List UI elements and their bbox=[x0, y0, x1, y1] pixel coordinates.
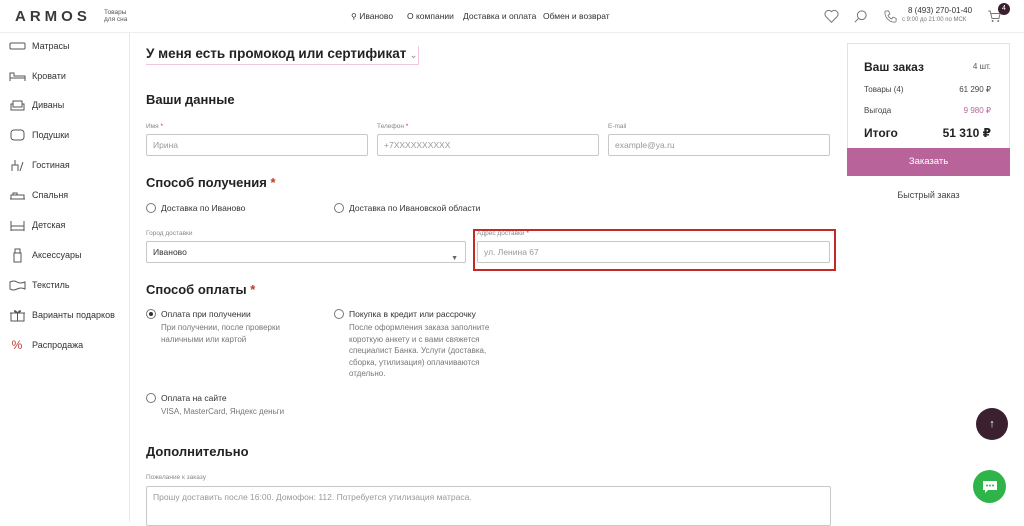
payment-online-label[interactable]: Оплата на сайте bbox=[161, 393, 227, 403]
place-order-button[interactable]: Заказать bbox=[847, 148, 1010, 176]
total-label: Итого bbox=[864, 126, 898, 140]
sidebar-item-label: Спальня bbox=[32, 190, 69, 200]
city-select[interactable]: Иваново ▼ bbox=[146, 241, 466, 263]
name-field[interactable]: Ирина bbox=[146, 134, 368, 156]
city-select-value: Иваново bbox=[153, 247, 187, 257]
sidebar-item-label: Распродажа bbox=[32, 340, 84, 350]
promo-code-toggle-label: У меня есть промокод или сертификат bbox=[146, 46, 407, 61]
benefit-label: Выгода bbox=[864, 106, 892, 115]
goods-value: 61 290 ₽ bbox=[959, 85, 991, 94]
sidebar-item-label: Кровати bbox=[32, 71, 66, 81]
order-item-count: 4 шт. bbox=[972, 62, 991, 71]
payment-on-delivery-desc: При получении, после проверки наличными … bbox=[161, 323, 280, 344]
payment-online-radio[interactable] bbox=[146, 393, 156, 403]
quick-order-link[interactable]: Быстрый заказ bbox=[847, 190, 1010, 200]
pillow-icon bbox=[8, 128, 26, 142]
textile-icon bbox=[8, 278, 26, 292]
chevron-down-icon: ▼ bbox=[451, 255, 458, 262]
goods-label: Товары (4) bbox=[864, 85, 904, 94]
chat-button[interactable] bbox=[973, 470, 1006, 503]
address-field[interactable]: ул. Ленина 67 bbox=[477, 241, 830, 263]
payment-credit-radio[interactable] bbox=[334, 309, 344, 319]
phone-label: Телефон * bbox=[377, 123, 409, 130]
bedroom-icon bbox=[8, 188, 26, 202]
heart-icon[interactable] bbox=[822, 7, 840, 25]
email-label: E-mail bbox=[608, 123, 627, 130]
phone-icon[interactable] bbox=[881, 7, 899, 25]
gift-icon bbox=[8, 308, 26, 322]
sidebar-item-label: Матрасы bbox=[32, 41, 70, 51]
chat-bubble-icon bbox=[982, 480, 997, 493]
sidebar-item-label: Варианты подарков bbox=[32, 310, 115, 320]
phone-field[interactable]: +7XXXXXXXXXX bbox=[377, 134, 599, 156]
payment-credit-desc: После оформления заказа заполните коротк… bbox=[349, 323, 490, 378]
payment-credit-label[interactable]: Покупка в кредит или рассрочку bbox=[349, 309, 476, 319]
total-value: 51 310 ₽ bbox=[942, 126, 991, 140]
category-sidebar: Матрасы Кровати Диваны Подушки Гостиная … bbox=[0, 33, 130, 522]
accessories-icon bbox=[8, 248, 26, 262]
nav-exchange-return[interactable]: Обмен и возврат bbox=[543, 11, 610, 21]
payment-method-title: Способ оплаты * bbox=[146, 282, 256, 297]
promo-code-toggle[interactable]: У меня есть промокод или сертификат ⌄ bbox=[146, 46, 420, 65]
delivery-method-title: Способ получения * bbox=[146, 175, 276, 190]
address-label: Адрес доставки * bbox=[477, 230, 529, 237]
name-label: Имя * bbox=[146, 123, 164, 130]
chevron-down-icon: ⌄ bbox=[409, 50, 418, 60]
nav-about[interactable]: О компании bbox=[407, 11, 454, 21]
sidebar-item-label: Подушки bbox=[32, 130, 70, 140]
living-room-icon bbox=[8, 158, 26, 172]
sofa-icon bbox=[8, 98, 26, 112]
sidebar-item-bedroom[interactable]: Спальня bbox=[8, 187, 68, 203]
arrow-up-icon: ↑ bbox=[989, 418, 995, 430]
site-header: ARMOS Товары для сна ⚲ Иваново О компани… bbox=[0, 0, 1024, 33]
sidebar-item-accessories[interactable]: Аксессуары bbox=[8, 247, 81, 263]
delivery-region-label[interactable]: Доставка по Ивановской области bbox=[349, 203, 480, 213]
phone-hours: с 9:00 до 21:00 по МСК bbox=[902, 17, 967, 23]
delivery-ivanovo-label[interactable]: Доставка по Иваново bbox=[161, 203, 245, 213]
sidebar-item-gifts[interactable]: Варианты подарков bbox=[8, 307, 115, 323]
sidebar-item-label: Текстиль bbox=[32, 280, 70, 290]
delivery-ivanovo-radio[interactable] bbox=[146, 203, 156, 213]
sidebar-item-label: Аксессуары bbox=[32, 250, 82, 260]
scroll-to-top-button[interactable]: ↑ bbox=[976, 408, 1008, 440]
city-selector[interactable]: ⚲ Иваново bbox=[351, 11, 393, 21]
sidebar-item-textile[interactable]: Текстиль bbox=[8, 277, 70, 293]
percent-icon: % bbox=[11, 338, 23, 352]
order-summary-title: Ваш заказ bbox=[864, 60, 924, 74]
your-data-title: Ваши данные bbox=[146, 92, 235, 107]
payment-on-delivery-radio[interactable] bbox=[146, 309, 156, 319]
mattress-icon bbox=[8, 39, 26, 53]
sidebar-item-label: Гостиная bbox=[32, 160, 70, 170]
sidebar-item-sofas[interactable]: Диваны bbox=[8, 97, 64, 113]
nav-delivery-payment[interactable]: Доставка и оплата bbox=[463, 11, 536, 21]
order-summary: Ваш заказ 4 шт. Товары (4) 61 290 ₽ Выго… bbox=[847, 43, 1010, 151]
benefit-value: 9 980 ₽ bbox=[963, 106, 991, 115]
comment-label: Пожелание к заказу bbox=[146, 474, 206, 481]
sidebar-item-beds[interactable]: Кровати bbox=[8, 68, 66, 84]
sidebar-item-label: Детская bbox=[32, 220, 66, 230]
payment-on-delivery-label[interactable]: Оплата при получении bbox=[161, 309, 251, 319]
email-field[interactable]: example@ya.ru bbox=[608, 134, 830, 156]
cart-count-badge: 4 bbox=[998, 3, 1010, 15]
payment-online-desc: VISA, MasterCard, Яндекс деньги bbox=[161, 407, 285, 416]
city-label: Город доставки bbox=[146, 230, 193, 237]
kids-room-icon bbox=[8, 218, 26, 232]
bed-icon bbox=[8, 69, 26, 83]
sidebar-item-living-room[interactable]: Гостиная bbox=[8, 157, 70, 173]
delivery-region-radio[interactable] bbox=[334, 203, 344, 213]
comment-textarea[interactable]: Прошу доставить после 16:00. Домофон: 11… bbox=[146, 486, 831, 526]
sidebar-item-kids-room[interactable]: Детская bbox=[8, 217, 65, 233]
location-pin-icon: ⚲ bbox=[351, 12, 357, 21]
sidebar-item-mattresses[interactable]: Матрасы bbox=[8, 38, 70, 54]
additional-title: Дополнительно bbox=[146, 444, 249, 459]
search-icon[interactable] bbox=[851, 7, 869, 25]
sidebar-item-sale[interactable]: % Распродажа bbox=[8, 337, 84, 353]
logo[interactable]: ARMOS bbox=[15, 8, 91, 25]
sidebar-item-pillows[interactable]: Подушки bbox=[8, 127, 69, 143]
phone-number[interactable]: 8 (493) 270-01-40 bbox=[908, 6, 972, 15]
sidebar-item-label: Диваны bbox=[32, 100, 65, 110]
logo-tagline: Товары для сна bbox=[104, 9, 128, 23]
city-label: Иваново bbox=[359, 11, 394, 21]
